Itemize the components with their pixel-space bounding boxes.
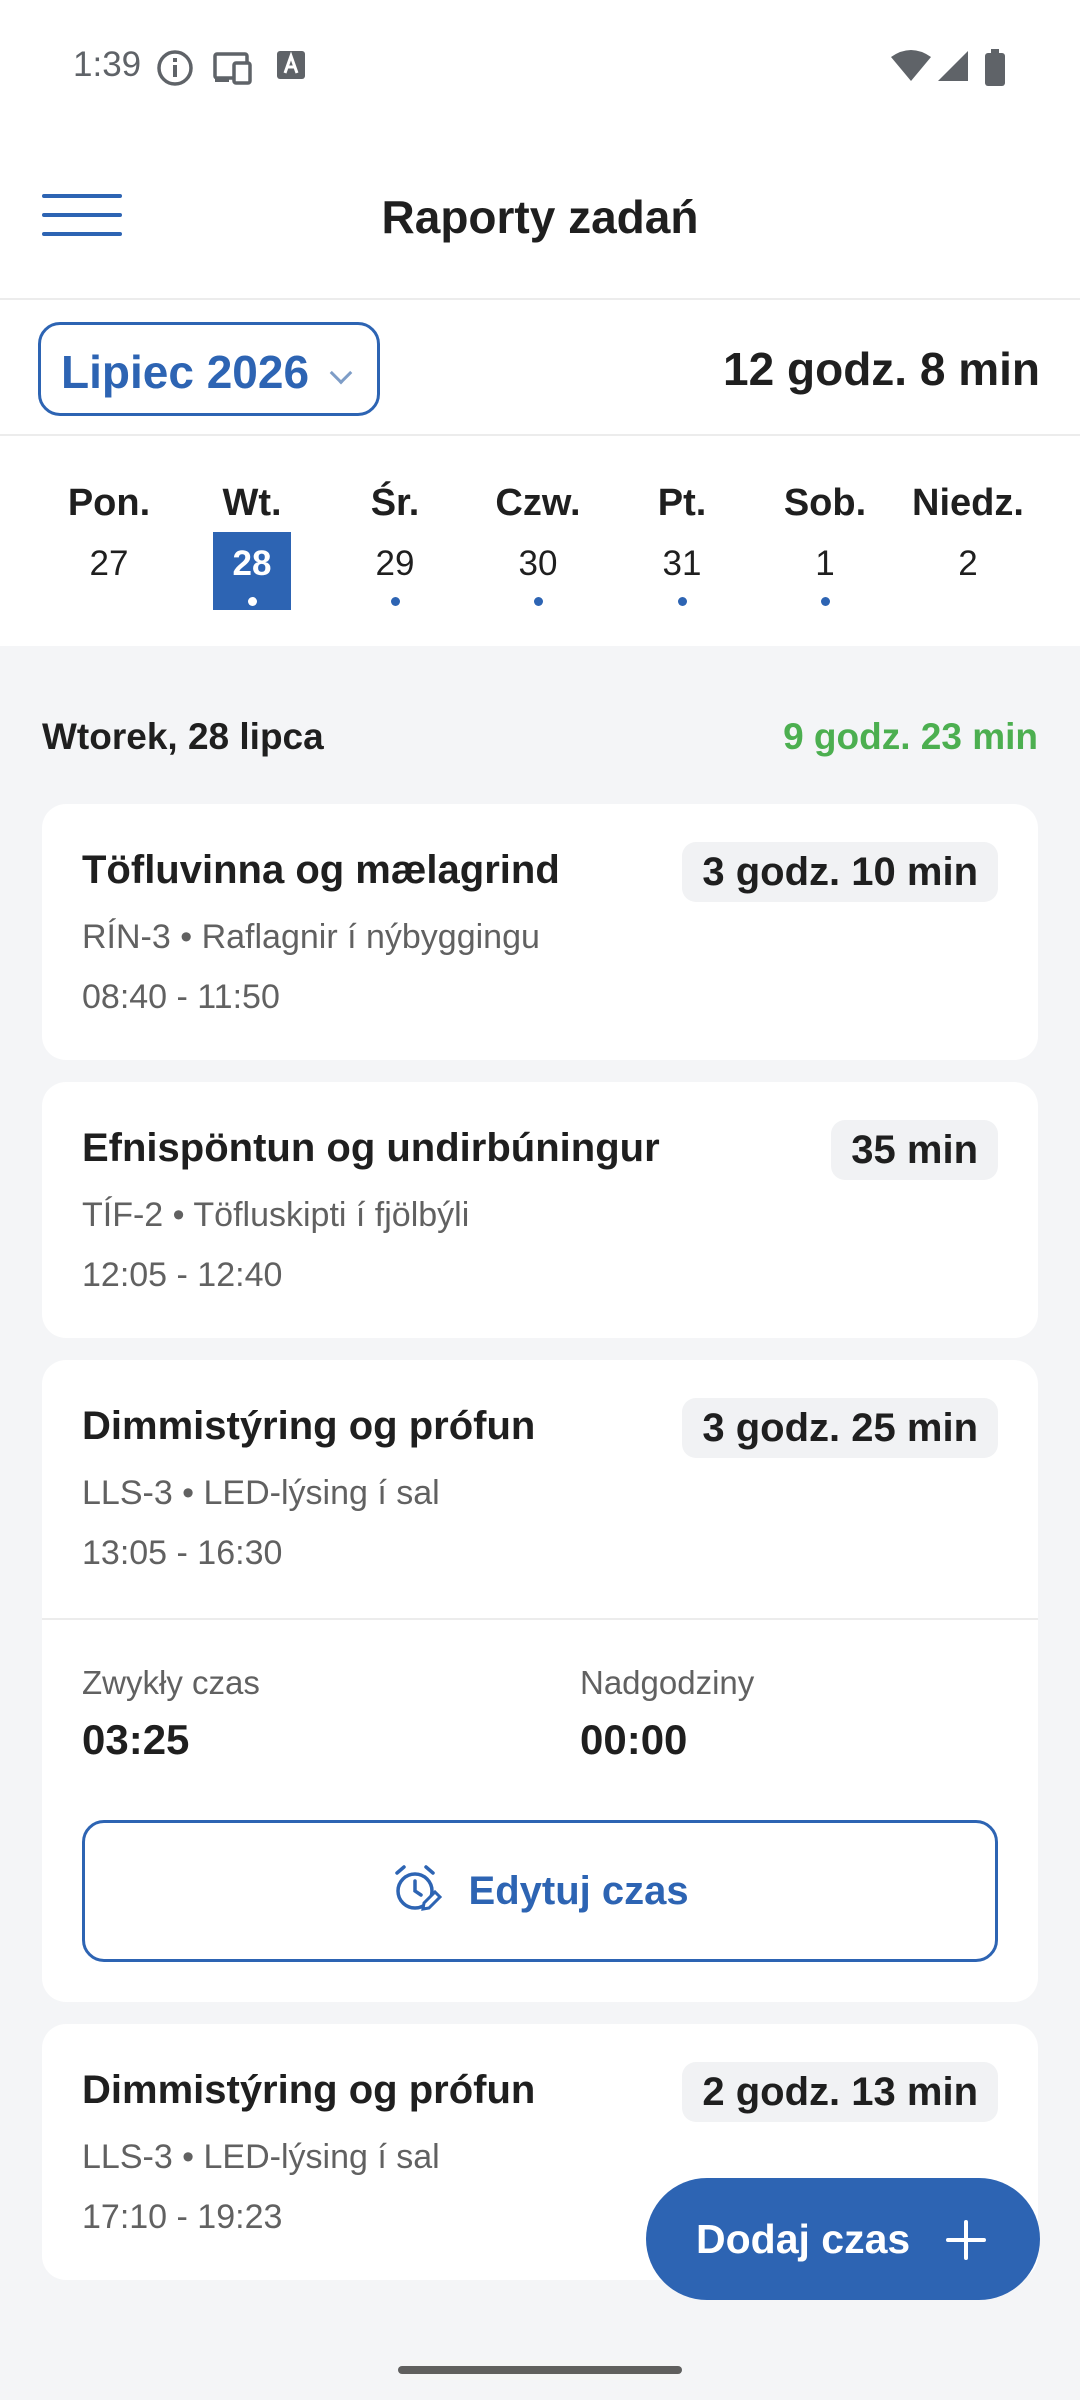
month-bar: Lipiec 2026 12 godz. 8 min	[0, 300, 1080, 436]
day-item-selected[interactable]: Wt. 28	[187, 482, 317, 610]
task-project: LLS-3 • LED-lýsing í sal	[82, 1474, 440, 1512]
task-time-range: 12:05 - 12:40	[82, 1256, 283, 1294]
signal-icon	[936, 49, 970, 88]
add-time-button[interactable]: Dodaj czas	[646, 2178, 1040, 2300]
month-total: 12 godz. 8 min	[723, 343, 1040, 395]
home-indicator[interactable]	[398, 2366, 682, 2374]
day-item[interactable]: Pon. 27	[44, 482, 174, 610]
day-name: Pt.	[657, 482, 707, 524]
day-number: 2	[958, 544, 978, 583]
day-name: Pon.	[67, 482, 151, 524]
day-number: 30	[499, 532, 577, 610]
day-name: Niedz.	[912, 482, 1024, 524]
battery-icon	[984, 49, 1006, 92]
task-title: Töfluvinna og mælagrind	[82, 848, 560, 892]
task-card-expanded[interactable]: Dimmistýring og prófun 3 godz. 25 min LL…	[42, 1360, 1038, 2002]
regular-time-label: Zwykły czas	[82, 1664, 260, 1701]
day-number: 1	[786, 532, 864, 610]
task-title: Dimmistýring og prófun	[82, 2068, 536, 2112]
duration-badge: 3 godz. 10 min	[682, 842, 998, 902]
day-item[interactable]: Niedz. 2	[903, 482, 1033, 610]
day-number: 27	[89, 544, 129, 583]
entry-dot	[391, 597, 400, 606]
wifi-icon	[890, 49, 932, 88]
task-project: TÍF-2 • Töfluskipti í fjölbýli	[82, 1196, 470, 1234]
duration-badge: 35 min	[831, 1120, 998, 1180]
task-project: LLS-3 • LED-lýsing í sal	[82, 2138, 440, 2176]
overtime-value: 00:00	[580, 1716, 688, 1763]
info-icon	[156, 49, 194, 92]
alarm-edit-icon	[391, 1865, 468, 1913]
edit-time-button[interactable]: Edytuj czas	[82, 1820, 998, 1962]
task-title: Dimmistýring og prófun	[82, 1404, 536, 1448]
day-name: Czw.	[495, 482, 581, 524]
duration-badge: 3 godz. 25 min	[682, 1398, 998, 1458]
task-card[interactable]: Töfluvinna og mælagrind 3 godz. 10 min R…	[42, 804, 1038, 1060]
cast-icon	[212, 49, 254, 92]
task-time-range: 17:10 - 19:23	[82, 2198, 283, 2236]
day-number: 28	[213, 532, 291, 610]
task-time-range: 08:40 - 11:50	[82, 978, 280, 1016]
task-card[interactable]: Efnispöntun og undirbúningur 35 min TÍF-…	[42, 1082, 1038, 1338]
status-bar: 1:39	[0, 0, 1080, 132]
day-name: Sob.	[783, 482, 867, 524]
task-title: Efnispöntun og undirbúningur	[82, 1126, 660, 1170]
page-title: Raporty zadań	[381, 191, 699, 243]
entry-dot	[534, 597, 543, 606]
week-strip: Pon. 27 Wt. 28 Śr. 29 Czw. 30 Pt. 31 Sob…	[0, 436, 1080, 646]
entry-dot	[678, 597, 687, 606]
duration-badge: 2 godz. 13 min	[682, 2062, 998, 2122]
task-time-range: 13:05 - 16:30	[82, 1534, 283, 1572]
status-time: 1:39	[73, 45, 142, 84]
entry-dot	[248, 597, 257, 606]
day-number: 29	[356, 532, 434, 610]
regular-time-value: 03:25	[82, 1716, 190, 1763]
month-label: Lipiec 2026	[61, 346, 310, 398]
app-bar: Raporty zadań	[0, 132, 1080, 300]
day-total: 9 godz. 23 min	[783, 716, 1038, 757]
day-item[interactable]: Śr. 29	[330, 482, 460, 610]
edit-time-button-content: Edytuj czas	[85, 1865, 995, 1915]
day-heading: Wtorek, 28 lipca	[42, 716, 324, 757]
day-name: Śr.	[370, 482, 420, 524]
day-item[interactable]: Sob. 1	[760, 482, 890, 610]
month-selector-button[interactable]: Lipiec 2026	[38, 322, 380, 416]
plus-icon	[946, 2220, 986, 2265]
task-project: RÍN-3 • Raflagnir í nýbyggingu	[82, 918, 540, 956]
entry-dot	[821, 597, 830, 606]
day-number: 31	[643, 532, 721, 610]
add-time-label: Dodaj czas	[696, 2216, 911, 2262]
chevron-down-icon	[329, 361, 353, 385]
keyboard-a-icon	[275, 49, 307, 86]
day-name: Wt.	[222, 482, 282, 524]
edit-time-label: Edytuj czas	[468, 1869, 689, 1913]
overtime-label: Nadgodziny	[580, 1664, 755, 1701]
day-item[interactable]: Pt. 31	[617, 482, 747, 610]
divider	[42, 1618, 1038, 1620]
day-item[interactable]: Czw. 30	[473, 482, 603, 610]
